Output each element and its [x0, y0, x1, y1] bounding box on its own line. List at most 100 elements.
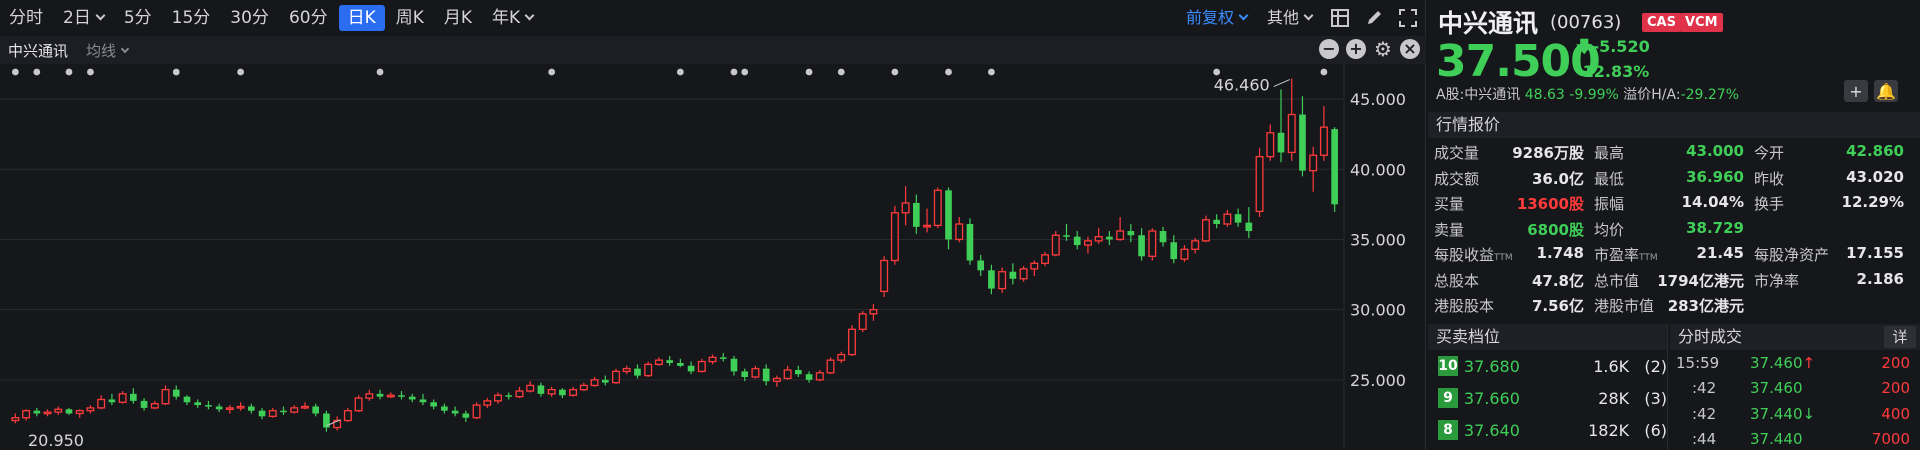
tick-price-value: 37.460: [1750, 353, 1803, 372]
zoom-out-icon[interactable]: −: [1319, 39, 1339, 59]
candle-body: [1106, 236, 1113, 240]
candle-body: [419, 399, 427, 403]
cas-badge: CAS: [1642, 13, 1681, 32]
stat-key-text: 每股净资产: [1754, 246, 1830, 265]
event-dot-icon: [805, 68, 813, 76]
period-tab-1[interactable]: 2日: [54, 5, 113, 31]
layout-grid-icon[interactable]: [1329, 7, 1351, 29]
candle-body: [161, 388, 170, 405]
candle-body: [22, 410, 31, 419]
stat-cell: 最高 43.000: [1588, 142, 1748, 163]
candle-body: [97, 398, 106, 409]
draw-pen-icon[interactable]: [1363, 7, 1385, 29]
stat-key-text: 成交额: [1434, 169, 1480, 188]
chevron-down-icon: [1303, 10, 1314, 21]
candle-body: [537, 385, 545, 394]
stats-row: 每股收益TTM 1.748 市盈率TTM 21.45 每股净资产 17.155: [1428, 242, 1920, 268]
period-tab-7[interactable]: 周K: [387, 5, 433, 31]
candle-body: [913, 202, 920, 227]
add-watchlist-button[interactable]: +: [1844, 80, 1868, 102]
tick-time: :44: [1692, 430, 1717, 449]
candle-body: [569, 388, 578, 396]
stat-key: 卖量: [1434, 219, 1464, 240]
a-share-line: A股:中兴通讯 48.63 -9.99% 溢价H/A:-29.27%: [1436, 84, 1739, 104]
stat-key: 最低: [1594, 168, 1624, 189]
alert-bell-icon[interactable]: 🔔: [1874, 80, 1898, 102]
fullscreen-icon[interactable]: [1397, 7, 1419, 29]
stat-key: 振幅: [1594, 193, 1624, 214]
tick-volume: 7000: [1871, 430, 1910, 449]
candle-body: [398, 395, 405, 397]
candle-body: [33, 410, 41, 414]
candle-body: [826, 359, 835, 374]
stat-key-text: 均价: [1594, 220, 1625, 239]
candle-body: [547, 388, 556, 395]
detail-button[interactable]: 详: [1884, 326, 1916, 348]
close-icon[interactable]: ×: [1400, 39, 1420, 59]
orderbook-row[interactable]: 10 37.680 1.6K (2): [1428, 350, 1667, 382]
period-tab-3[interactable]: 15分: [163, 5, 220, 31]
stats-row: 买量 13600股 振幅 14.04% 换手 12.29%: [1428, 191, 1920, 217]
candle-body: [666, 360, 673, 363]
period-tab-5[interactable]: 60分: [280, 5, 337, 31]
stat-key-text: 港股股本: [1434, 297, 1495, 316]
stat-key-text: 总股本: [1434, 271, 1480, 290]
other-dropdown[interactable]: 其他: [1258, 5, 1321, 31]
candle-body: [719, 357, 727, 359]
a-share-price: 48.63: [1524, 87, 1565, 103]
vcm-badge: VCM: [1680, 13, 1723, 32]
stat-key-text: 买量: [1434, 195, 1465, 214]
high-pointer-line: [1273, 79, 1290, 88]
ttm-label: TTM: [1494, 253, 1513, 264]
indicator-bar: 中兴通讯 均线 − + ⚙ ×: [0, 36, 1426, 64]
stat-key-text: 最低: [1594, 169, 1625, 188]
candle-body: [205, 405, 212, 407]
orderbook-count: (6): [1629, 421, 1667, 440]
tick-volume: 200: [1881, 379, 1910, 398]
candle-body: [1063, 235, 1070, 237]
period-tab-2[interactable]: 5分: [115, 5, 161, 31]
candle-body: [441, 406, 448, 411]
period-tab-9[interactable]: 年K: [483, 5, 542, 31]
candle-body: [365, 393, 374, 399]
ma-dropdown[interactable]: 均线: [86, 40, 130, 61]
event-dot-icon: [945, 68, 952, 76]
orderbook-row[interactable]: 8 37.640 182K (6): [1428, 414, 1667, 446]
orderbook-price: 37.640: [1463, 420, 1520, 440]
period-tab-6[interactable]: 日K: [338, 5, 385, 31]
stat-key: 每股收益TTM: [1434, 244, 1513, 265]
stat-key: 市净率: [1754, 270, 1799, 291]
zoom-in-icon[interactable]: +: [1346, 39, 1366, 59]
tick-price: 37.440: [1750, 430, 1850, 448]
tick-price-value: 37.460: [1750, 379, 1803, 398]
candle-body: [612, 370, 620, 384]
period-tab-0[interactable]: 分时: [0, 5, 52, 31]
period-tab-4[interactable]: 30分: [221, 5, 278, 31]
adjust-dropdown[interactable]: 前复权: [1177, 5, 1256, 31]
orderbook-row[interactable]: 9 37.660 28K (3): [1428, 382, 1667, 414]
candle-body: [644, 363, 653, 377]
y-tick-label: 25.000: [1350, 371, 1406, 390]
settings-gear-icon[interactable]: ⚙: [1373, 39, 1393, 59]
event-dot-icon: [730, 68, 738, 76]
stat-key-text: 卖量: [1434, 220, 1465, 239]
stat-key: 市盈率TTM: [1594, 244, 1658, 265]
stat-key-text: 市净率: [1754, 271, 1800, 290]
candle-body: [1148, 230, 1157, 257]
candle-body: [1319, 126, 1328, 156]
event-dot-icon: [676, 68, 684, 76]
stat-cell: 昨收 43.020: [1748, 168, 1908, 189]
candle-body: [354, 397, 363, 412]
candle-body: [43, 411, 52, 415]
stat-key: 每股净资产: [1754, 244, 1829, 265]
period-label: 月K: [443, 8, 473, 28]
kline-chart[interactable]: 25.000 30.000 35.000 40.000 45.000 46.460 20.9…: [0, 64, 1426, 450]
tick-time: :42: [1692, 404, 1717, 423]
candle-body: [1159, 231, 1167, 243]
candle-body: [408, 396, 416, 400]
candle-body: [194, 402, 202, 406]
stat-cell: 每股收益TTM 1.748: [1428, 244, 1588, 265]
period-tab-8[interactable]: 月K: [435, 5, 481, 31]
candle-body: [280, 410, 287, 413]
chart-stock-title: 中兴通讯: [8, 41, 69, 60]
